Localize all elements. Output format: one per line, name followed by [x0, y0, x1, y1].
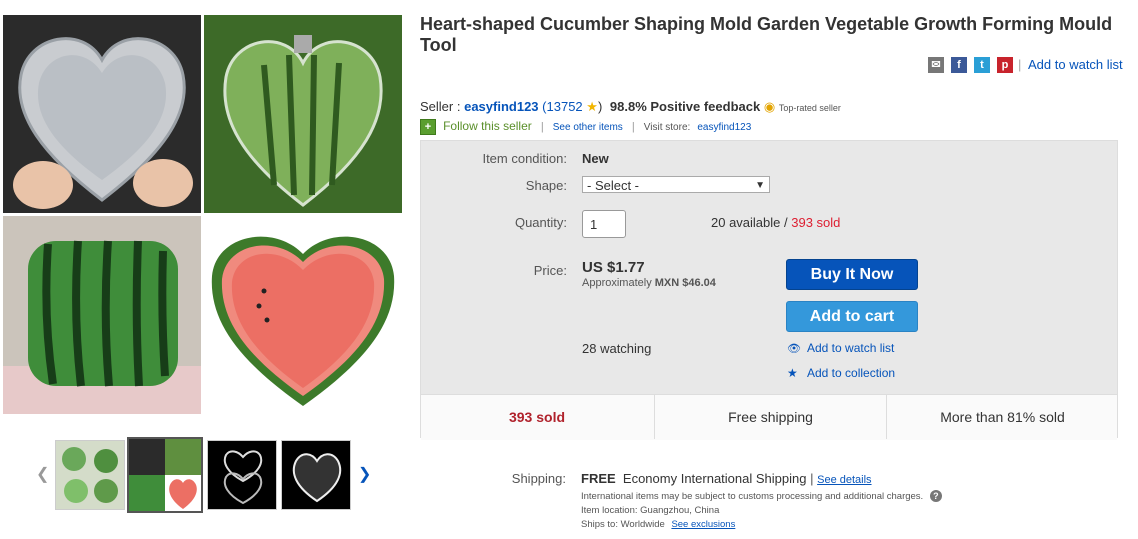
customs-note: International items may be subject to cu… [581, 490, 942, 502]
seller-info: Seller : easyfind123 (13752 ★) 98.8% Pos… [420, 99, 841, 115]
image-tile-watermelon-in-mold [204, 15, 402, 213]
top-rated-medal-icon: ◉ [763, 99, 776, 114]
shape-label: Shape: [525, 178, 567, 193]
thumbnail-1[interactable] [55, 440, 125, 510]
ships-to-value: Worldwide [620, 519, 665, 530]
chevron-down-icon: ▼ [755, 180, 765, 191]
eye-icon: 👁 [787, 343, 801, 355]
share-separator: | [1018, 57, 1022, 72]
pinterest-icon[interactable]: p [997, 57, 1013, 73]
twitter-icon[interactable]: t [974, 57, 990, 73]
shipping-label: Shipping: [511, 471, 566, 486]
watching-count: 28 watching [582, 341, 652, 356]
watch-list-link[interactable]: Add to watch list [807, 341, 894, 355]
product-title: Heart-shaped Cucumber Shaping Mold Garde… [420, 14, 1113, 55]
top-rated-badge: Top-rated seller [778, 103, 841, 113]
seller-feedback-count[interactable]: 13752 [547, 99, 583, 114]
stat-free-shipping: Free shipping [654, 395, 886, 439]
condition-label: Item condition: [482, 151, 567, 166]
follow-separator-1: | [540, 121, 544, 133]
stat-sold: 393 sold [508, 409, 566, 425]
image-tile-square-watermelon [3, 216, 201, 414]
shipping-method: Economy International Shipping [622, 471, 807, 486]
see-other-items-link[interactable]: See other items [553, 122, 623, 133]
thumbnail-3[interactable] [207, 440, 277, 510]
thumbnail-next-arrow-icon[interactable]: ❯ [358, 464, 371, 484]
follow-plus-icon[interactable]: + [420, 119, 436, 136]
seller-prefix: Seller : [420, 99, 461, 114]
ships-to-label: Ships to: [581, 519, 618, 530]
purchase-panel: Item condition: New Shape: - Select - ▼ … [420, 140, 1118, 440]
thumbnail-4[interactable] [281, 440, 351, 510]
shape-select-value: - Select - [587, 178, 640, 193]
thumbnail-2-selected[interactable] [127, 437, 203, 513]
share-row: ✉ f t p | Add to watch list [928, 57, 1128, 75]
customs-note-text: International items may be subject to cu… [581, 491, 924, 502]
stat-more-sold: More than 81% sold [886, 395, 1118, 439]
approx-price: Approximately MXN $46.04 [582, 277, 716, 289]
see-details-link[interactable]: See details [817, 474, 871, 486]
email-icon[interactable]: ✉ [928, 57, 944, 73]
main-product-image[interactable] [3, 15, 403, 415]
price-value: US $1.77 [582, 259, 645, 276]
item-location: Item location: Guangzhou, China [581, 505, 719, 516]
store-link[interactable]: easyfind123 [697, 122, 751, 133]
star-icon: ★ [586, 99, 598, 114]
seller-name-link[interactable]: easyfind123 [464, 99, 538, 114]
shipping-free: FREE [581, 471, 616, 486]
buy-it-now-button[interactable]: Buy It Now [786, 259, 918, 290]
item-location-value: Guangzhou, China [640, 505, 720, 516]
follow-separator-2: | [631, 121, 635, 133]
header-watch-list-link[interactable]: Add to watch list [1028, 57, 1123, 72]
star-collection-icon: ★ [787, 366, 798, 380]
positive-feedback: 98.8% Positive feedback [609, 99, 761, 114]
help-icon[interactable]: ? [929, 490, 942, 502]
condition-value: New [582, 151, 609, 166]
add-to-cart-button[interactable]: Add to cart [786, 301, 918, 332]
thumbnail-prev-arrow-icon[interactable]: ❮ [36, 464, 49, 484]
follow-row: + Follow this seller | See other items |… [420, 119, 751, 136]
price-label: Price: [533, 263, 567, 278]
sold-inline: 393 sold [791, 215, 841, 230]
follow-seller-link[interactable]: Follow this seller [443, 119, 532, 133]
approx-prefix: Approximately [582, 277, 652, 289]
shape-select[interactable]: - Select - ▼ [582, 176, 770, 193]
shipping-separator: | [810, 471, 814, 486]
shipping-info: FREE Economy International Shipping | Se… [581, 471, 872, 486]
add-to-collection-link[interactable]: Add to collection [807, 366, 895, 380]
available-count: 20 available / [711, 215, 788, 230]
image-tile-heart-watermelon-slice [204, 216, 402, 414]
stats-bar: 393 sold Free shipping More than 81% sol… [421, 394, 1117, 440]
image-tile-mold-in-hands [3, 15, 201, 213]
facebook-icon[interactable]: f [951, 57, 967, 73]
seller-count-close: ) [597, 99, 603, 114]
quantity-input[interactable]: 1 [582, 210, 626, 238]
ships-to: Ships to: Worldwide See exclusions [581, 519, 735, 530]
available-text: 20 available / 393 sold [711, 215, 840, 230]
approx-value: MXN $46.04 [654, 277, 716, 289]
quantity-label: Quantity: [514, 215, 567, 230]
see-exclusions-link[interactable]: See exclusions [671, 519, 735, 530]
visit-store-label: Visit store: [643, 122, 691, 133]
item-location-label: Item location: [581, 505, 638, 516]
